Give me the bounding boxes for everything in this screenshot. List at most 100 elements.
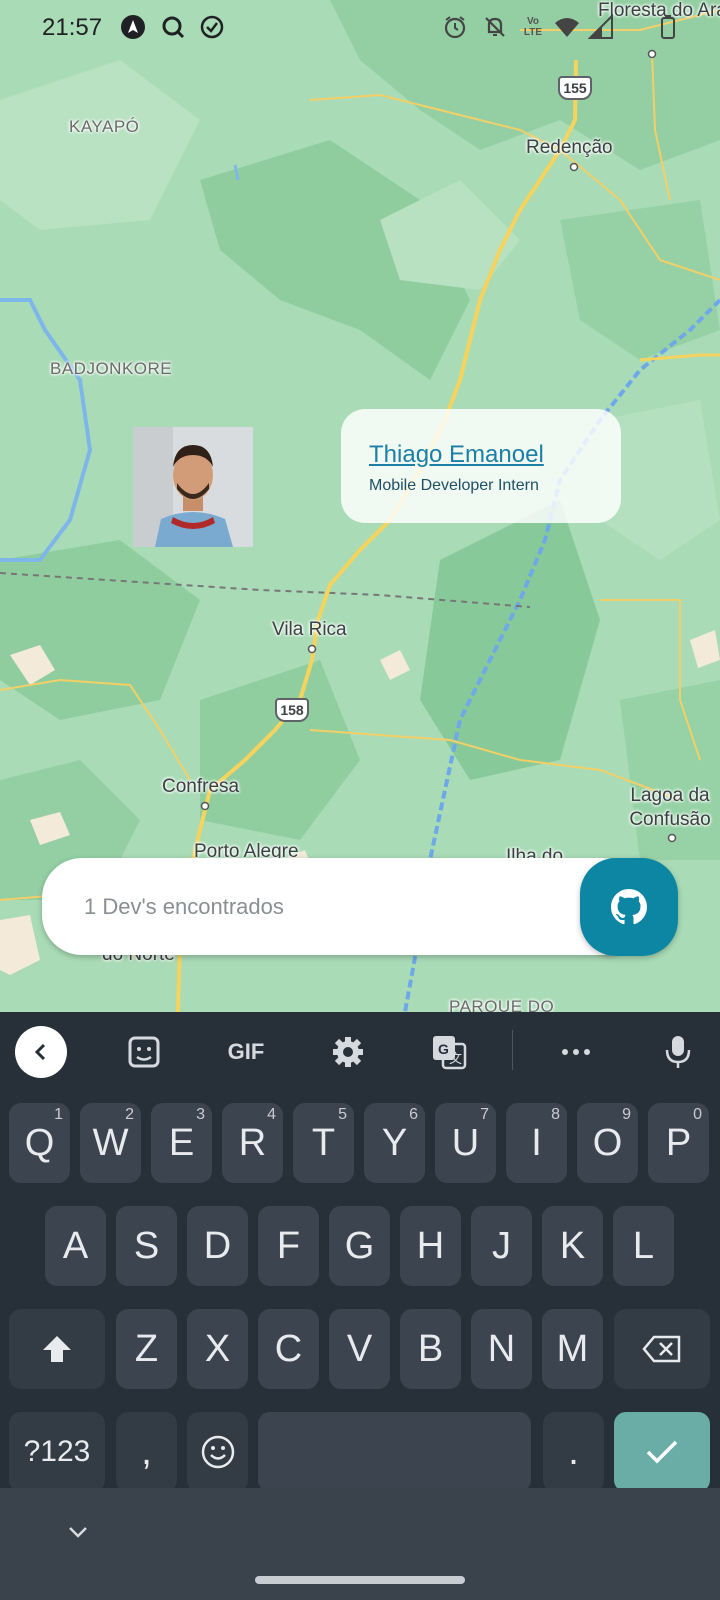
toolbar-divider [512, 1030, 513, 1070]
key-w[interactable]: W2 [80, 1103, 141, 1183]
svg-text:文: 文 [449, 1051, 462, 1066]
key-z[interactable]: Z [116, 1309, 177, 1389]
search-input-text: 1 Dev's encontrados [84, 894, 284, 919]
key-v[interactable]: V [329, 1309, 390, 1389]
keyboard-toolbar: GIF G文 [0, 1012, 720, 1088]
key-e[interactable]: E3 [151, 1103, 212, 1183]
soft-keyboard: GIF G文 Q1 W2 E3 R4 T5 Y6 U7 I8 O9 P0 A S… [0, 1012, 720, 1600]
key-a[interactable]: A [45, 1206, 106, 1286]
more-options-button[interactable] [550, 1026, 602, 1078]
more-horiz-icon [562, 1049, 590, 1055]
voice-input-button[interactable] [652, 1026, 704, 1078]
key-x[interactable]: X [187, 1309, 248, 1389]
key-p-hint: 0 [693, 1106, 702, 1123]
backspace-icon [642, 1335, 681, 1363]
chevron-down-icon [69, 1527, 87, 1538]
key-q-hint: 1 [54, 1106, 63, 1123]
shift-key[interactable] [9, 1309, 105, 1389]
key-n[interactable]: N [471, 1309, 532, 1389]
key-y[interactable]: Y6 [364, 1103, 425, 1183]
period-key[interactable]: . [543, 1412, 604, 1492]
notifications-off-icon [485, 17, 505, 37]
key-e-label: E [168, 1121, 195, 1164]
microphone-icon [665, 1036, 691, 1068]
svg-text:G: G [438, 1041, 449, 1057]
key-p[interactable]: P0 [648, 1103, 709, 1183]
key-e-hint: 3 [196, 1106, 205, 1123]
map-label-kayapo: KAYAPÓ [69, 117, 140, 136]
avatar [133, 427, 253, 547]
symbols-key[interactable]: ?123 [9, 1412, 105, 1492]
hide-keyboard-button[interactable] [62, 1516, 94, 1548]
backspace-key[interactable] [614, 1309, 710, 1389]
key-j[interactable]: J [471, 1206, 532, 1286]
dev-bio: Mobile Developer Intern [369, 477, 539, 494]
key-p-label: P [665, 1121, 692, 1164]
comma-key[interactable]: , [116, 1412, 177, 1492]
translate-icon: G文 [433, 1036, 467, 1070]
key-c[interactable]: C [258, 1309, 319, 1389]
map-label-lagoa: Lagoa da Confusão [629, 785, 711, 830]
key-y-label: Y [381, 1121, 408, 1164]
keyboard-settings-button[interactable] [322, 1026, 374, 1078]
key-g[interactable]: G [329, 1206, 390, 1286]
key-i[interactable]: I8 [506, 1103, 567, 1183]
shift-icon [43, 1336, 71, 1362]
key-s[interactable]: S [116, 1206, 177, 1286]
key-l[interactable]: L [613, 1206, 674, 1286]
dev-info-callout[interactable]: Thiago Emanoel Mobile Developer Intern [341, 409, 621, 523]
emoji-icon [201, 1435, 234, 1469]
navigation-app-icon [121, 15, 145, 39]
key-t-hint: 5 [338, 1106, 347, 1123]
key-r-hint: 4 [267, 1106, 276, 1123]
signal-icon [588, 14, 613, 39]
sticker-button[interactable] [118, 1026, 170, 1078]
road-shield-158: 158 [275, 698, 309, 722]
key-o[interactable]: O9 [577, 1103, 638, 1183]
key-t[interactable]: T5 [293, 1103, 354, 1183]
checklist-app-icon [200, 15, 224, 39]
home-indicator[interactable] [255, 1576, 465, 1584]
map-label-confresa: Confresa [162, 776, 240, 797]
key-u-hint: 7 [480, 1106, 489, 1123]
alarm-icon [444, 16, 466, 39]
key-k[interactable]: K [542, 1206, 603, 1286]
key-h[interactable]: H [400, 1206, 461, 1286]
dev-avatar-marker[interactable] [133, 427, 253, 547]
map-label-badjonkore: BADJONKORE [50, 359, 173, 378]
gif-button[interactable]: GIF [219, 1026, 273, 1078]
key-b[interactable]: B [400, 1309, 461, 1389]
key-y-hint: 6 [409, 1106, 418, 1123]
search-input[interactable]: 1 Dev's encontrados [42, 858, 642, 955]
sticker-icon [128, 1036, 160, 1068]
key-u[interactable]: U7 [435, 1103, 496, 1183]
emoji-key[interactable] [187, 1412, 248, 1492]
key-q[interactable]: Q1 [9, 1103, 70, 1183]
key-r[interactable]: R4 [222, 1103, 283, 1183]
checkmark-icon [646, 1440, 678, 1464]
key-i-hint: 8 [551, 1106, 560, 1123]
github-icon [611, 889, 647, 925]
map-label-parque: PARQUE DO [449, 997, 555, 1012]
status-bar: 21:57 Vo LTE [0, 0, 720, 56]
key-u-label: U [451, 1121, 480, 1164]
chevron-left-icon [34, 1043, 46, 1061]
key-i-label: I [531, 1121, 542, 1164]
dev-name-link[interactable]: Thiago Emanoel [369, 441, 621, 469]
github-search-button[interactable] [580, 858, 678, 956]
key-d[interactable]: D [187, 1206, 248, 1286]
map-label-redencao: Redenção [526, 137, 613, 158]
key-o-label: O [592, 1121, 623, 1164]
key-q-label: Q [24, 1121, 55, 1164]
enter-key[interactable] [614, 1412, 710, 1492]
translate-button[interactable]: G文 [423, 1026, 475, 1078]
search-app-icon [162, 16, 185, 39]
key-m[interactable]: M [542, 1309, 603, 1389]
key-f[interactable]: F [258, 1206, 319, 1286]
key-r-label: R [238, 1121, 267, 1164]
space-key[interactable] [258, 1412, 531, 1492]
road-shield-155: 155 [558, 76, 592, 100]
keyboard-back-button[interactable] [15, 1026, 67, 1078]
status-time: 21:57 [42, 14, 103, 41]
wifi-icon [555, 18, 579, 37]
